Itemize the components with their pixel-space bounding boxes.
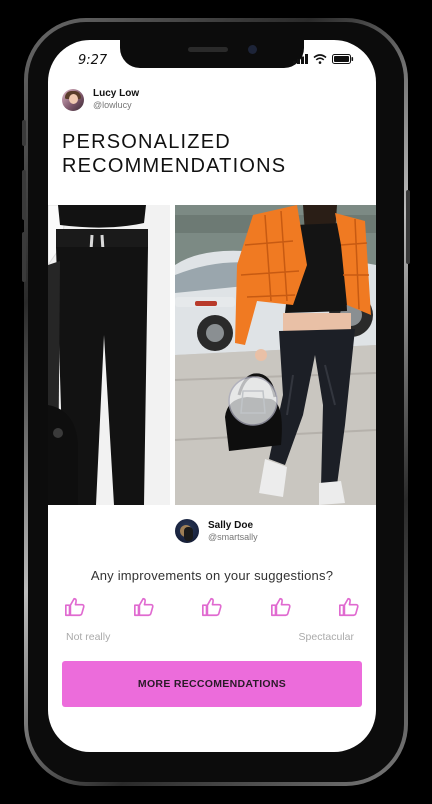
wifi-icon: [313, 54, 327, 64]
status-time: 9:27: [78, 53, 108, 68]
thumb-up-icon-1[interactable]: [64, 596, 86, 618]
thumb-up-icon-4[interactable]: [270, 596, 292, 618]
product-image-street-style[interactable]: [175, 205, 376, 505]
stylist-name: Sally Doe: [208, 519, 254, 531]
author-avatar[interactable]: [62, 88, 84, 111]
volume-up-button: [22, 170, 26, 220]
stylist-avatar[interactable]: [175, 519, 199, 543]
joggers-illustration: [48, 205, 170, 505]
volume-down-button: [22, 232, 26, 282]
stylist-header[interactable]: Sally Doe @smartsally: [175, 519, 258, 543]
rating-scale: [64, 596, 360, 618]
front-camera: [248, 45, 257, 54]
author-handle: @lowlucy: [93, 100, 132, 110]
more-recommendations-button[interactable]: MORE RECCOMENDATIONS: [62, 661, 362, 707]
notch: [120, 40, 304, 68]
product-image-joggers[interactable]: [48, 205, 170, 505]
speaker-grille: [188, 47, 228, 52]
scale-low-label: Not really: [66, 631, 111, 643]
status-icons: [293, 54, 354, 64]
signal-icon: [293, 54, 308, 64]
power-button: [406, 190, 410, 264]
feedback-question: Any improvements on your suggestions?: [90, 568, 334, 583]
author-header[interactable]: Lucy Low @lowlucy: [62, 88, 139, 111]
silent-switch: [22, 120, 26, 146]
author-name: Lucy Low: [93, 88, 140, 99]
thumb-up-icon-5[interactable]: [338, 596, 360, 618]
stylist-handle: @smartsally: [208, 531, 258, 542]
thumb-up-icon-2[interactable]: [133, 596, 155, 618]
street-style-photo: [175, 205, 376, 505]
page-title: PERSONALIZED RECOMMENDATIONS: [62, 131, 287, 177]
thumb-up-icon-3[interactable]: [201, 596, 223, 618]
scale-high-label: Spectacular: [298, 631, 354, 643]
battery-icon: [332, 54, 354, 64]
app-screen: 9:27 Lucy Low @lowlucy PERSONALIZED RECO…: [48, 40, 376, 752]
